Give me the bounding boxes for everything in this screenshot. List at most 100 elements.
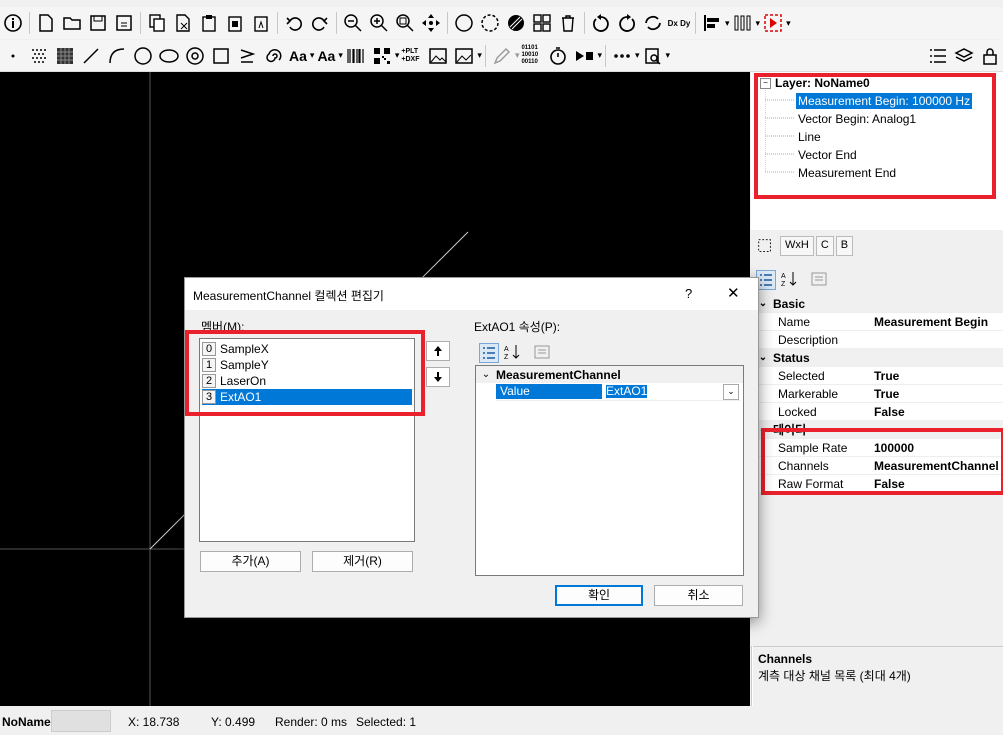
point-icon[interactable] bbox=[1, 44, 25, 68]
redo-icon[interactable] bbox=[308, 11, 332, 35]
zoom-fit-icon[interactable] bbox=[393, 11, 417, 35]
timer-icon[interactable] bbox=[546, 44, 570, 68]
move-up-button[interactable] bbox=[426, 341, 450, 361]
property-value[interactable]: False bbox=[874, 405, 905, 419]
spiral-icon[interactable] bbox=[261, 44, 285, 68]
help-button[interactable]: ? bbox=[685, 286, 692, 301]
paste-special-icon[interactable] bbox=[223, 11, 247, 35]
categorized-icon[interactable] bbox=[479, 343, 499, 363]
property-description: Channels 계측 대상 채널 목록 (최대 4개) bbox=[753, 646, 1003, 707]
info-icon[interactable] bbox=[1, 11, 25, 35]
rectangle-icon[interactable] bbox=[209, 44, 233, 68]
image-icon[interactable] bbox=[426, 44, 450, 68]
highlight-tree bbox=[754, 73, 996, 199]
new-file-icon[interactable] bbox=[34, 11, 58, 35]
b-button[interactable]: B bbox=[835, 236, 854, 256]
more-icon[interactable] bbox=[610, 44, 634, 68]
property-value[interactable]: True bbox=[874, 369, 899, 383]
rotate-ccw-icon[interactable] bbox=[589, 11, 613, 35]
zoom-out-icon[interactable] bbox=[341, 11, 365, 35]
hatch-icon[interactable] bbox=[504, 11, 528, 35]
binary-icon[interactable]: 01101 10010 00110 bbox=[520, 44, 544, 68]
property-row[interactable]: Locked False bbox=[753, 403, 1003, 421]
cut-icon[interactable] bbox=[171, 11, 195, 35]
preview-icon[interactable] bbox=[641, 44, 665, 68]
refresh-icon[interactable] bbox=[641, 11, 665, 35]
highlight-data-props bbox=[761, 428, 1003, 495]
line-icon[interactable] bbox=[79, 44, 103, 68]
barcode-icon[interactable] bbox=[344, 44, 368, 68]
alphabetical-icon[interactable]: AZ bbox=[780, 270, 798, 288]
prop-value[interactable]: ExtAO1 bbox=[606, 385, 648, 398]
add-button[interactable]: 추가(A) bbox=[200, 551, 301, 572]
property-value[interactable]: True bbox=[874, 387, 899, 401]
cancel-button[interactable]: 취소 bbox=[654, 585, 743, 606]
status-y: Y: 0.499 bbox=[211, 715, 256, 729]
raster-icon[interactable] bbox=[53, 44, 77, 68]
text-font-button[interactable]: Aa bbox=[286, 48, 310, 64]
donut-icon[interactable] bbox=[183, 44, 207, 68]
categorized-icon[interactable] bbox=[756, 270, 776, 290]
property-row[interactable]: Markerable True bbox=[753, 385, 1003, 403]
property-category[interactable]: ⌄ Basic bbox=[753, 295, 1003, 313]
zoom-in-icon[interactable] bbox=[367, 11, 391, 35]
qrcode-icon[interactable] bbox=[370, 44, 394, 68]
props-toolbar: AZ bbox=[479, 343, 551, 363]
member-property-grid: ⌄ MeasurementChannel Value ExtAO1 ⌄ bbox=[475, 365, 744, 576]
svg-text:A: A bbox=[504, 346, 509, 353]
group-icon[interactable] bbox=[530, 11, 554, 35]
zigzag-icon[interactable] bbox=[235, 44, 259, 68]
ellipse-icon[interactable] bbox=[157, 44, 181, 68]
property-pages-icon[interactable] bbox=[533, 343, 551, 361]
list-icon[interactable] bbox=[926, 44, 950, 68]
align-icon[interactable] bbox=[700, 11, 724, 35]
points-icon[interactable] bbox=[27, 44, 51, 68]
dxdy-icon[interactable]: Dx Dy bbox=[667, 11, 691, 35]
svg-text:Z: Z bbox=[781, 281, 786, 288]
paste-icon[interactable] bbox=[197, 11, 221, 35]
remove-button[interactable]: 제거(R) bbox=[312, 551, 413, 572]
play-marker-icon[interactable] bbox=[761, 11, 785, 35]
circle-draw-icon[interactable] bbox=[131, 44, 155, 68]
pencil-icon[interactable] bbox=[490, 44, 514, 68]
bounds-icon[interactable] bbox=[756, 236, 778, 256]
lock-icon[interactable] bbox=[978, 44, 1002, 68]
c-button[interactable]: C bbox=[815, 236, 834, 256]
collection-editor-dialog: MeasurementChannel 컬렉션 편집기 ? ✕ 멤버(M): 0S… bbox=[184, 277, 759, 618]
undo-icon[interactable] bbox=[282, 11, 306, 35]
dashed-circle-icon[interactable] bbox=[478, 11, 502, 35]
property-pages-icon[interactable] bbox=[810, 270, 828, 288]
dropdown-icon[interactable]: ⌄ bbox=[723, 384, 739, 400]
copy-icon[interactable] bbox=[145, 11, 169, 35]
save-icon[interactable] bbox=[86, 11, 110, 35]
distribute-icon[interactable] bbox=[731, 11, 755, 35]
close-button[interactable]: ✕ bbox=[727, 284, 740, 302]
prop-category-row[interactable]: ⌄ MeasurementChannel bbox=[476, 366, 743, 383]
property-row[interactable]: Name Measurement Begin bbox=[753, 313, 1003, 331]
dialog-title: MeasurementChannel 컬렉션 편집기 bbox=[193, 289, 384, 303]
open-folder-icon[interactable] bbox=[60, 11, 84, 35]
property-category[interactable]: ⌄ Status bbox=[753, 349, 1003, 367]
property-row[interactable]: Description bbox=[753, 331, 1003, 349]
circle-icon[interactable] bbox=[452, 11, 476, 35]
pan-icon[interactable] bbox=[419, 11, 443, 35]
wxh-button[interactable]: WxH bbox=[780, 236, 814, 256]
property-value[interactable]: Measurement Begin bbox=[874, 315, 988, 329]
text-font-bold-button[interactable]: Aa bbox=[314, 48, 338, 64]
prop-value-row[interactable]: Value ExtAO1 ⌄ bbox=[496, 383, 741, 401]
image-option-icon[interactable] bbox=[452, 44, 476, 68]
arc-icon[interactable] bbox=[105, 44, 129, 68]
property-name: Markerable bbox=[778, 386, 839, 401]
step-play-icon[interactable] bbox=[572, 44, 596, 68]
save-as-icon[interactable] bbox=[112, 11, 136, 35]
layers-icon[interactable] bbox=[952, 44, 976, 68]
clipboard-text-icon[interactable] bbox=[249, 11, 273, 35]
alphabetical-icon[interactable]: AZ bbox=[503, 343, 521, 361]
status-x: X: 18.738 bbox=[128, 715, 180, 729]
import-plt-dxf-icon[interactable]: +PLT +DXF bbox=[400, 44, 424, 68]
move-down-button[interactable] bbox=[426, 367, 450, 387]
trash-icon[interactable] bbox=[556, 11, 580, 35]
ok-button[interactable]: 확인 bbox=[555, 585, 643, 606]
property-row[interactable]: Selected True bbox=[753, 367, 1003, 385]
rotate-cw-icon[interactable] bbox=[615, 11, 639, 35]
